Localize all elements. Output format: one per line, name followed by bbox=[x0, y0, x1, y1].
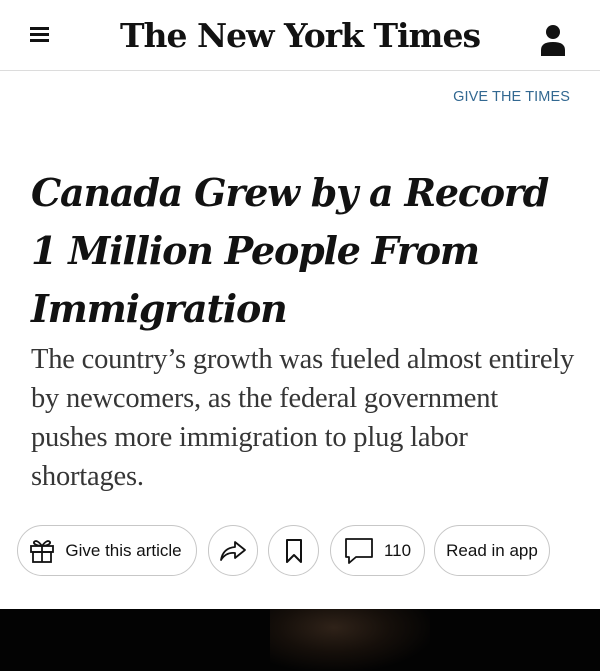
article-lead-image bbox=[0, 609, 600, 671]
top-navigation-bar: The New York Times bbox=[0, 0, 600, 71]
comments-button[interactable]: 110 bbox=[330, 525, 425, 576]
image-highlight bbox=[270, 609, 430, 671]
article-headline: Canada Grew by a Record 1 Million People… bbox=[31, 170, 549, 331]
masthead-text[interactable]: The New York Times bbox=[120, 16, 481, 55]
read-in-app-button[interactable]: Read in app bbox=[434, 525, 550, 576]
masthead-logo: The New York Times bbox=[0, 14, 600, 58]
give-article-button[interactable]: Give this article bbox=[17, 525, 197, 576]
give-the-times-link[interactable]: GIVE THE TIMES bbox=[453, 89, 570, 105]
comment-icon bbox=[344, 537, 374, 565]
gift-icon bbox=[28, 537, 56, 565]
share-button[interactable] bbox=[208, 525, 258, 576]
bookmark-icon bbox=[284, 538, 304, 564]
read-in-app-label: Read in app bbox=[446, 540, 538, 560]
comments-count: 110 bbox=[383, 540, 412, 560]
save-bookmark-button[interactable] bbox=[268, 525, 319, 576]
hamburger-menu-icon[interactable] bbox=[24, 22, 54, 48]
give-article-label: Give this article bbox=[65, 540, 182, 560]
article-summary: The country’s growth was fueled almost e… bbox=[31, 344, 575, 492]
share-arrow-icon bbox=[219, 539, 247, 563]
person-icon[interactable] bbox=[536, 22, 570, 58]
